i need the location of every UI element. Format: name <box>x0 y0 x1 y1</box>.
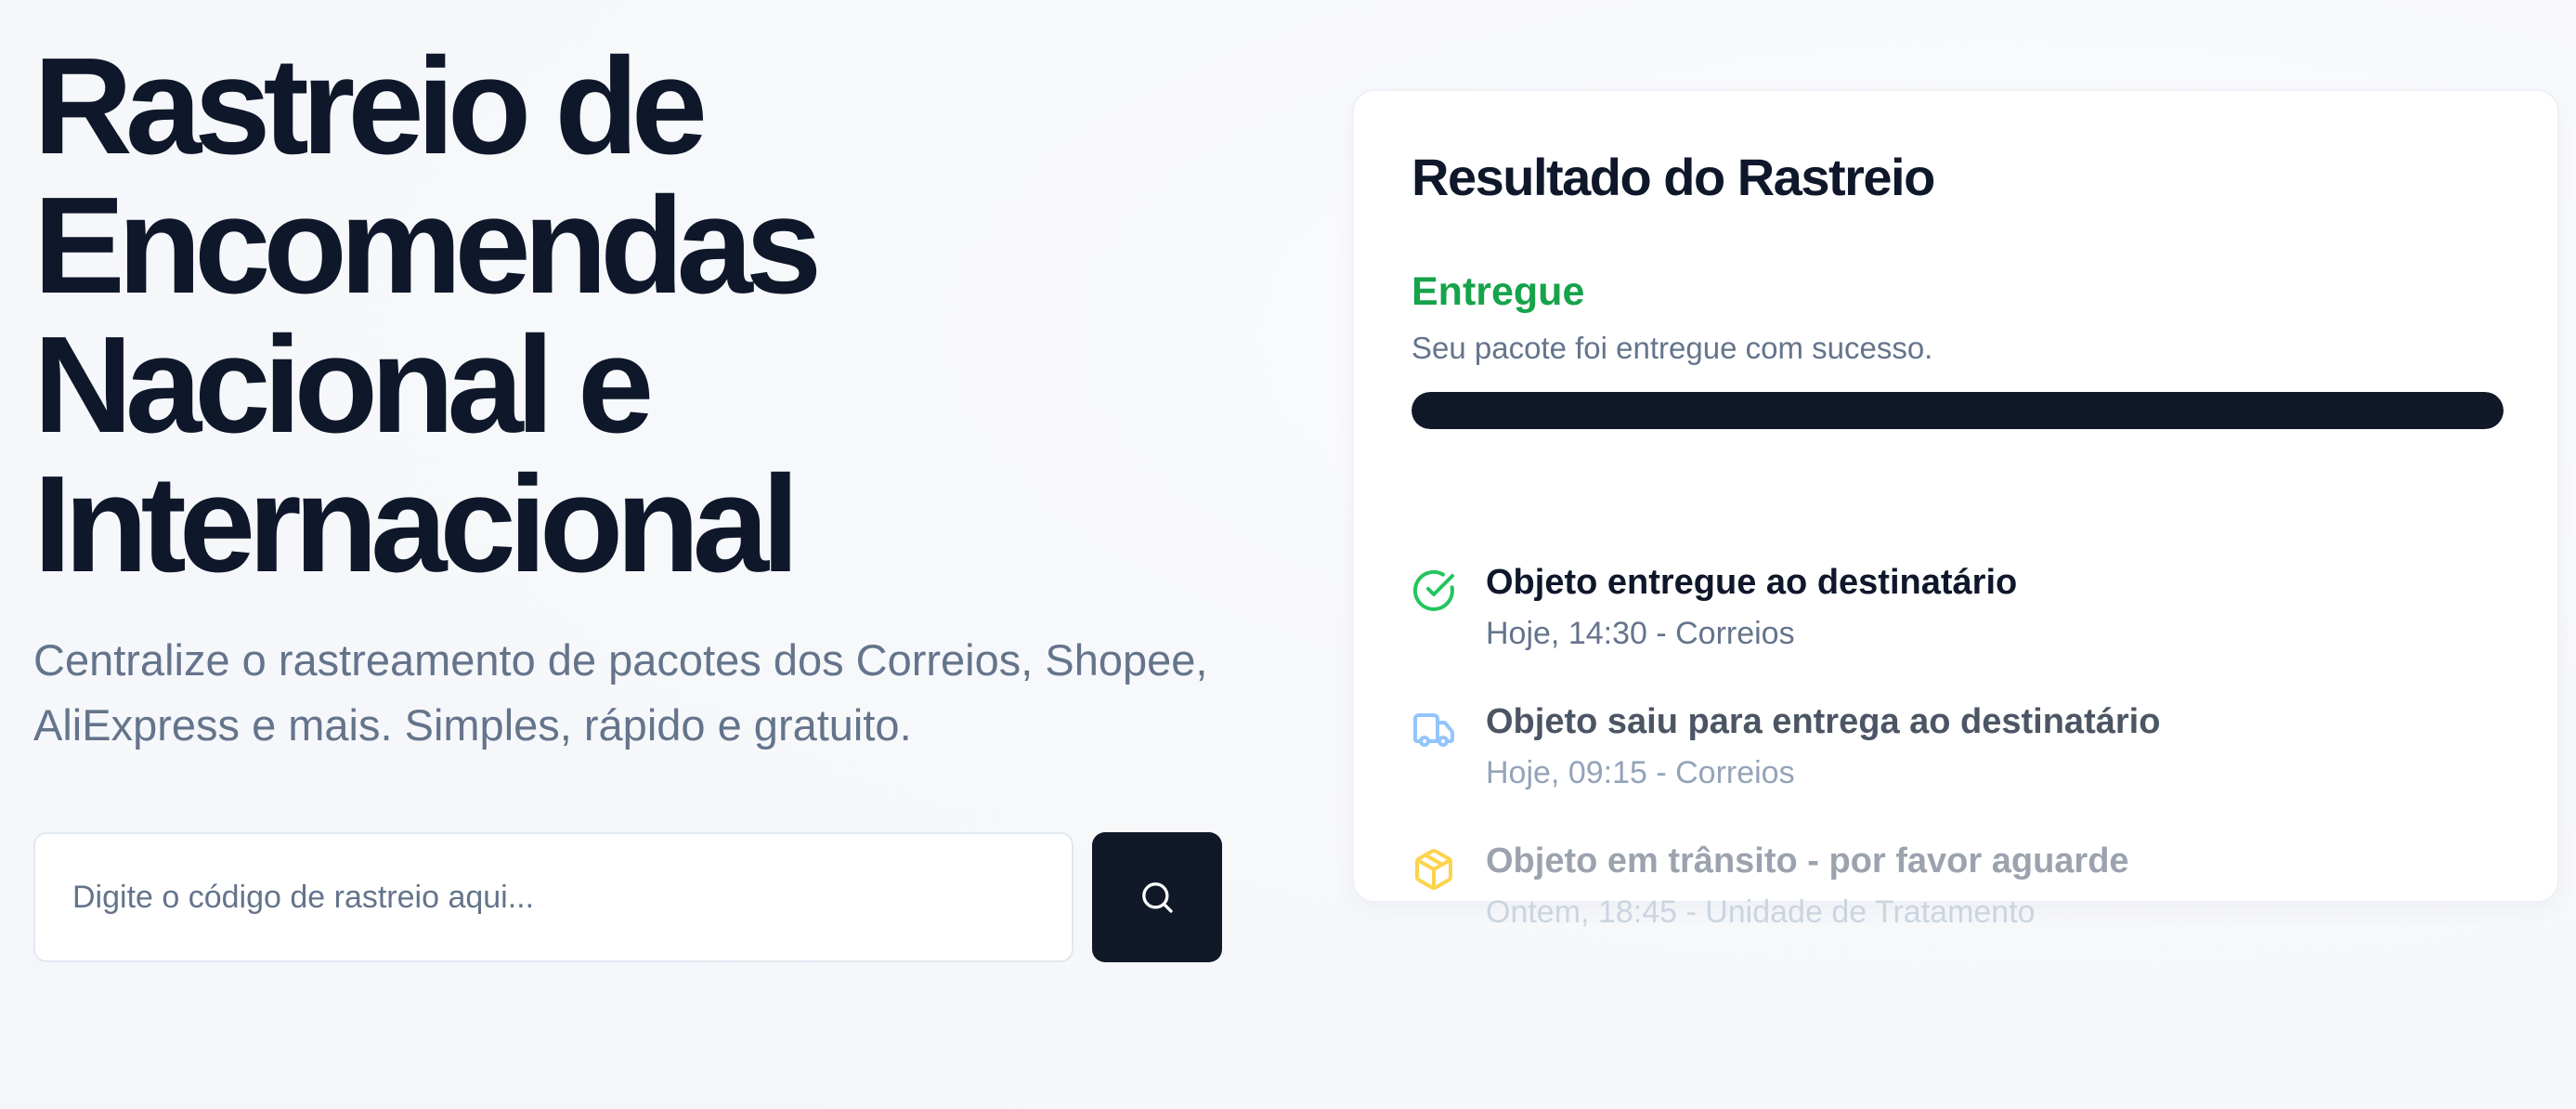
tracking-result-card: Resultado do Rastreio Entregue Seu pacot… <box>1352 89 2559 930</box>
hero-title-line: Internacional <box>33 448 800 601</box>
hero-title-line: Encomendas <box>33 169 822 322</box>
check-circle-icon <box>1412 569 1454 611</box>
tracking-event: Objeto em trânsito - por favor aguarde O… <box>1412 842 2504 944</box>
tracking-event: Objeto saiu para entrega ao destinatário… <box>1412 702 2504 804</box>
hero-title-line: Nacional e <box>33 308 654 462</box>
card-title: Resultado do Rastreio <box>1412 148 1935 206</box>
truck-icon <box>1413 713 1454 747</box>
event-title: Objeto saiu para entrega ao destinatário <box>1486 702 2161 741</box>
search-button[interactable] <box>1092 832 1222 962</box>
event-meta: Hoje, 09:15 - Correios <box>1486 755 1795 790</box>
search-icon <box>1142 882 1173 913</box>
hero-subtitle: Centralize o rastreamento de pacotes dos… <box>33 628 1268 758</box>
event-title: Objeto em trânsito - por favor aguarde <box>1486 842 2129 881</box>
package-icon <box>1415 849 1452 890</box>
progress-fill <box>1412 392 2504 429</box>
search-bar <box>33 832 1222 962</box>
hero-subtitle-line: Centralize o rastreamento de pacotes dos… <box>33 635 1208 685</box>
event-meta: Ontem, 18:45 - Unidade de Tratamento <box>1486 894 2036 930</box>
status-description: Seu pacote foi entregue com sucesso. <box>1412 331 1933 365</box>
tracking-code-input[interactable] <box>33 832 1073 962</box>
status-label: Entregue <box>1412 269 1585 314</box>
tracking-event: Objeto entregue ao destinatário Hoje, 14… <box>1412 563 2504 665</box>
hero-title: Rastreio de Encomendas Nacional e Intern… <box>33 37 1259 594</box>
progress-bar <box>1412 392 2504 429</box>
hero-subtitle-line: AliExpress e mais. Simples, rápido e gra… <box>33 700 912 750</box>
hero-section: Rastreio de Encomendas Nacional e Intern… <box>33 37 1259 758</box>
event-meta: Hoje, 14:30 - Correios <box>1486 616 1795 651</box>
event-title: Objeto entregue ao destinatário <box>1486 563 2018 602</box>
hero-title-line: Rastreio de <box>33 30 708 183</box>
